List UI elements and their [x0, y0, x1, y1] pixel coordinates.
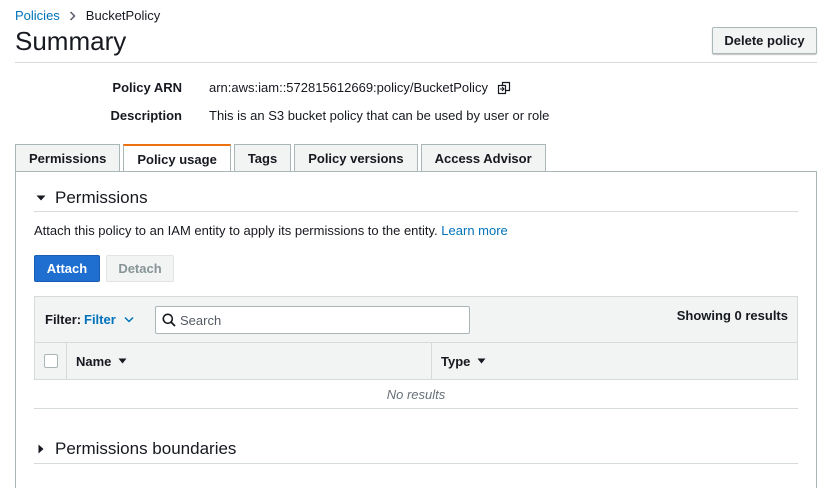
filter-label: Filter: — [45, 312, 82, 327]
permissions-description: Attach this policy to an IAM entity to a… — [34, 223, 508, 238]
policy-arn-label: Policy ARN — [112, 80, 182, 95]
description-row: Description This is an S3 bucket policy … — [15, 108, 817, 123]
policy-arn-row: Policy ARN arn:aws:iam::572815612669:pol… — [15, 80, 817, 95]
tab-bar: Permissions Policy usage Tags Policy ver… — [15, 144, 549, 173]
select-all-checkbox[interactable] — [43, 354, 58, 368]
caret-down-icon — [34, 195, 48, 201]
permissions-section-divider — [34, 211, 798, 212]
breadcrumb-current: BucketPolicy — [85, 8, 161, 23]
tab-policy-versions[interactable]: Policy versions — [294, 144, 418, 172]
table-header: Name Type — [34, 342, 798, 380]
permissions-description-text: Attach this policy to an IAM entity to a… — [34, 223, 438, 238]
column-name-label: Name — [76, 353, 112, 369]
chevron-right-icon — [69, 10, 76, 21]
page-title: Summary — [15, 26, 127, 56]
filter-dropdown[interactable]: Filter — [84, 312, 134, 327]
permissions-section-toggle[interactable]: Permissions — [34, 188, 148, 208]
description-label: Description — [110, 108, 182, 123]
boundaries-section-title: Permissions boundaries — [55, 439, 237, 458]
breadcrumb-policies-link[interactable]: Policies — [15, 8, 60, 23]
policy-arn-value: arn:aws:iam::572815612669:policy/BucketP… — [209, 80, 488, 95]
permissions-section-title: Permissions — [55, 188, 148, 207]
description-value: This is an S3 bucket policy that can be … — [209, 108, 550, 123]
tab-access-advisor[interactable]: Access Advisor — [420, 144, 546, 172]
caret-right-icon — [34, 444, 48, 454]
tab-permissions[interactable]: Permissions — [15, 144, 121, 172]
column-type-label: Type — [441, 353, 471, 369]
select-all-cell — [35, 343, 67, 379]
filter-bar: Filter: Filter Showing 0 results — [34, 296, 798, 342]
breadcrumb: Policies BucketPolicy — [15, 8, 160, 23]
boundaries-section-toggle[interactable]: Permissions boundaries — [34, 439, 236, 459]
filter-dropdown-label: Filter — [84, 312, 116, 327]
boundaries-section-divider — [34, 463, 798, 464]
chevron-down-icon — [124, 316, 134, 323]
search-input[interactable] — [180, 312, 450, 328]
search-field[interactable] — [155, 306, 470, 334]
title-divider — [15, 62, 817, 63]
tab-tags[interactable]: Tags — [233, 144, 292, 172]
results-count: Showing 0 results — [676, 308, 788, 323]
entities-table: Filter: Filter Showing 0 results Name — [34, 296, 798, 409]
tab-panel: Permissions Attach this policy to an IAM… — [15, 171, 817, 488]
detach-button[interactable]: Detach — [106, 255, 174, 282]
column-name-header[interactable]: Name — [67, 343, 432, 379]
sort-caret-icon — [477, 358, 486, 364]
search-icon — [162, 313, 176, 327]
learn-more-link[interactable]: Learn more — [441, 223, 507, 238]
copy-icon[interactable] — [497, 81, 511, 95]
sort-caret-icon — [118, 358, 127, 364]
delete-policy-button[interactable]: Delete policy — [712, 27, 817, 54]
attach-button[interactable]: Attach — [34, 255, 100, 282]
empty-state: No results — [34, 380, 798, 409]
column-type-header[interactable]: Type — [432, 343, 797, 379]
tab-policy-usage[interactable]: Policy usage — [123, 144, 231, 173]
